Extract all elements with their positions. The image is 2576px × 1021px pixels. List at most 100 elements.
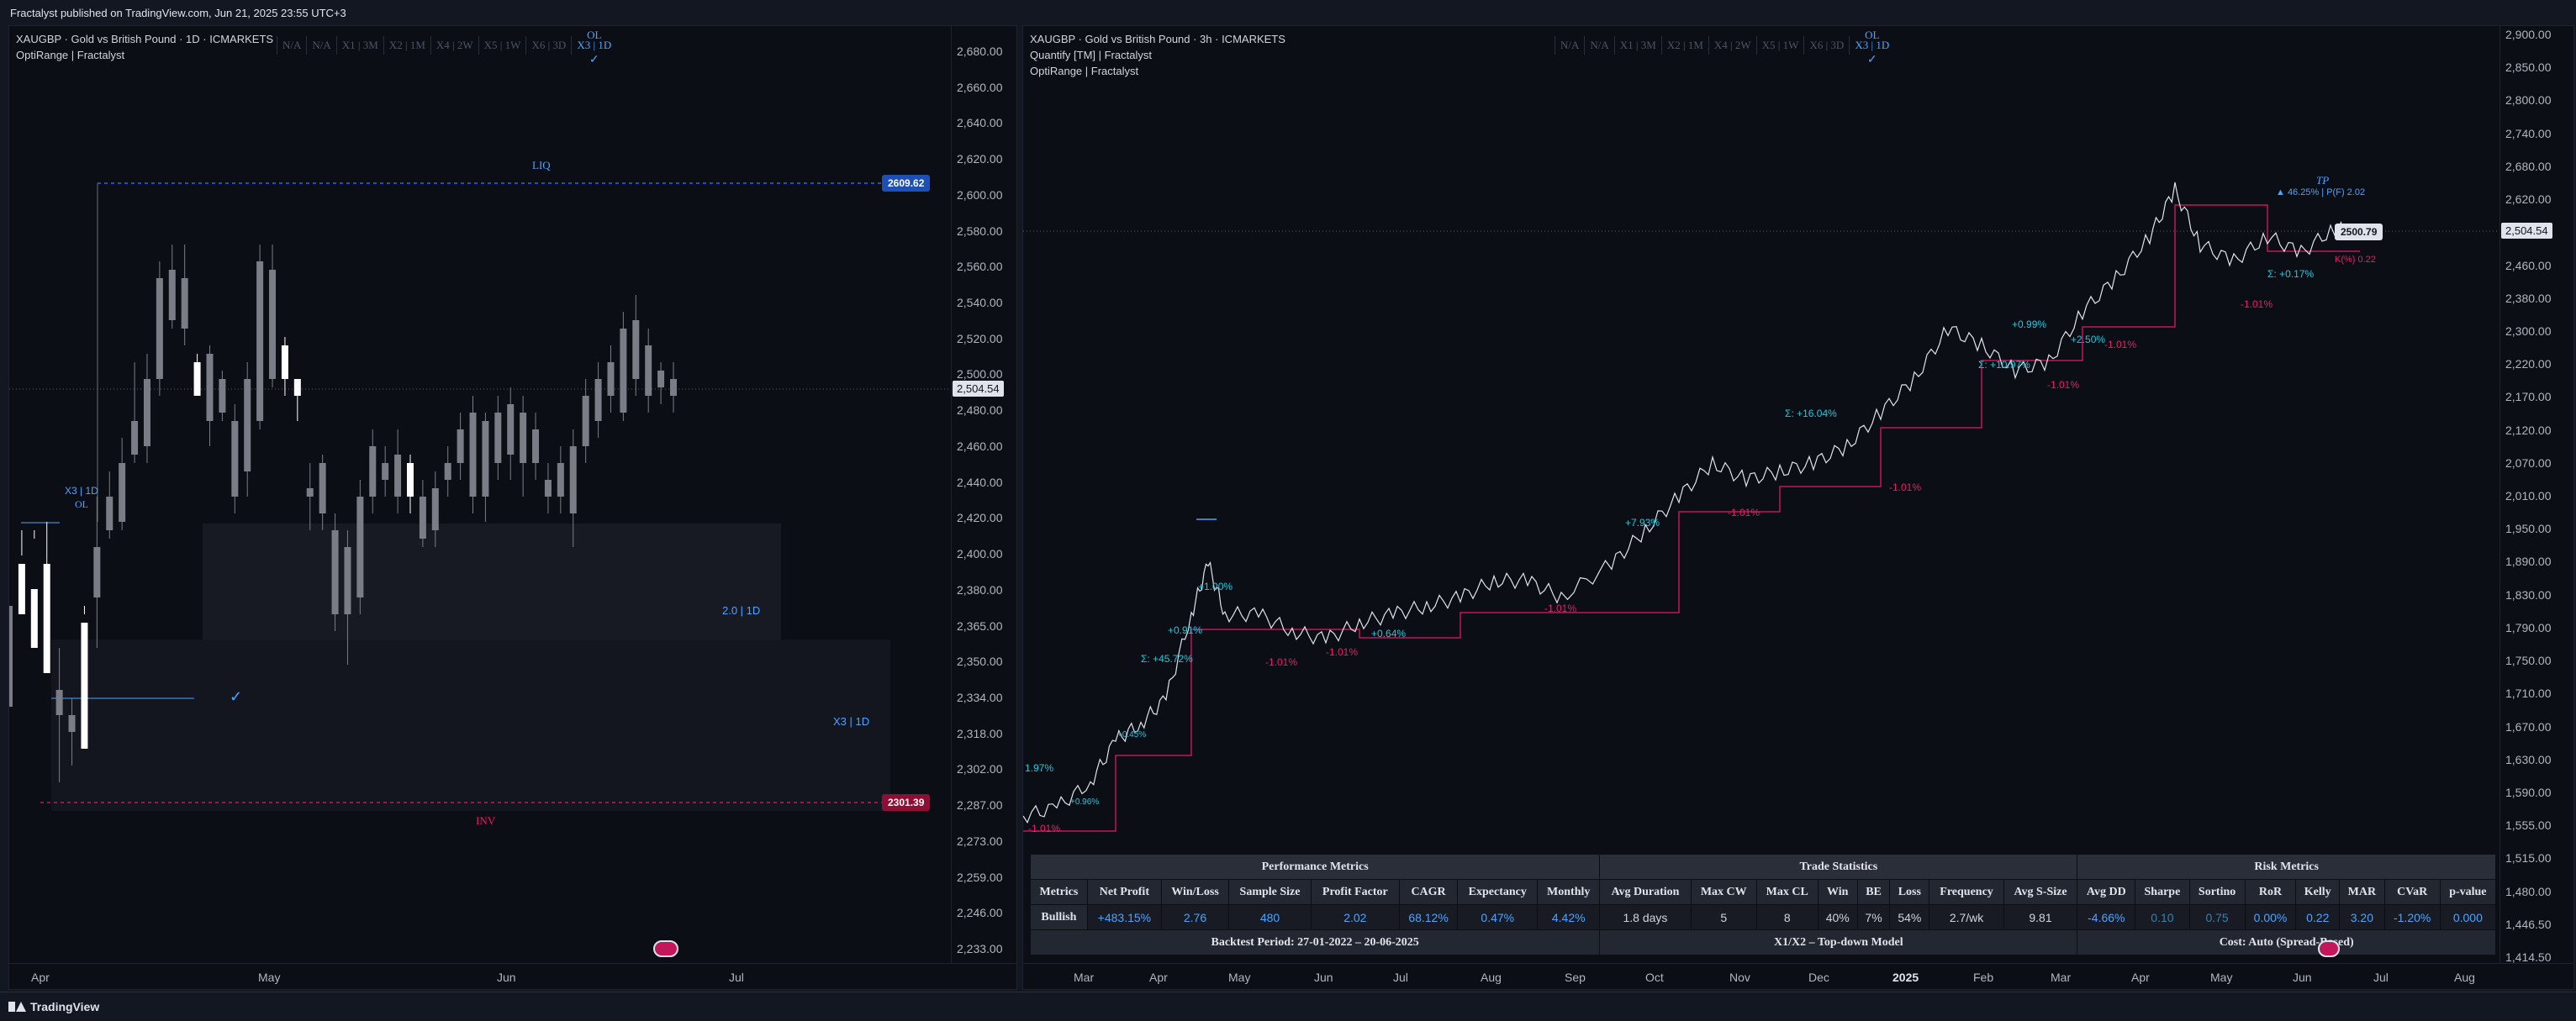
y-tick: 2,365.00 [957, 618, 1003, 633]
col-header: Avg Duration [1599, 879, 1692, 905]
record-icon[interactable] [2318, 940, 2340, 957]
publisher-bar: Fractalyst published on TradingView.com,… [0, 0, 2576, 25]
y-tick: 2,620.00 [2505, 192, 2552, 207]
candle [244, 379, 251, 471]
left-current-price-tag: 2,504.54 [953, 381, 1004, 397]
tab-x5-1w[interactable]: X5 | 1W [478, 36, 526, 55]
tab-x4-2w[interactable]: X4 | 2W [430, 36, 478, 55]
col-header: Sample Size [1228, 879, 1312, 905]
col-header: Avg DD [2077, 879, 2136, 905]
right-line-chart[interactable] [1023, 26, 2499, 963]
tab-ol-marker: OL [587, 29, 602, 41]
record-icon[interactable] [653, 940, 678, 957]
x-tick: Nov [1729, 971, 1750, 984]
y-tick: 2,318.00 [957, 726, 1003, 740]
y-tick: 1,515.00 [2505, 851, 2552, 866]
y-tick: 2,520.00 [957, 331, 1003, 345]
x-tick: Aug [1481, 971, 1502, 984]
tab-na-1[interactable]: N/A [277, 36, 306, 55]
col-header: Metrics [1030, 879, 1088, 905]
col-header: MAR [2339, 879, 2385, 905]
check-icon: ✓ [230, 688, 243, 705]
cell-kelly: 0.22 [2295, 904, 2341, 930]
tab-x2-1m[interactable]: X2 | 1M [1660, 36, 1708, 55]
candle [582, 396, 589, 446]
x-tick: Jun [1314, 971, 1333, 984]
trade-label-blue: Σ: +16.04% [1785, 408, 1837, 419]
candle [231, 421, 239, 497]
y-tick: 2,900.00 [2505, 28, 2552, 41]
candle [119, 463, 126, 522]
trade-label-pink: -1.01% [1326, 646, 1359, 658]
candle [444, 463, 451, 480]
candle [81, 623, 88, 749]
candle [369, 446, 377, 497]
col-header: Kelly [2295, 879, 2341, 905]
trade-label-blue: Σ: +45.72% [1141, 653, 1193, 665]
y-tick: 1,750.00 [2505, 654, 2552, 668]
y-tick: 1,890.00 [2505, 555, 2552, 569]
cell-sortino: 0.75 [2188, 904, 2246, 930]
tab-na-2[interactable]: N/A [306, 36, 335, 55]
backtest-period: Backtest Period: 27-01-2022 – 20-06-2025 [1029, 929, 1601, 955]
candle [181, 278, 188, 329]
tab-x6-3d[interactable]: X6 | 3D [1803, 36, 1849, 55]
left-chart-header: XAUGBP · Gold vs British Pound · 1D · IC… [16, 31, 273, 63]
tab-x1-3m[interactable]: X1 | 3M [1613, 36, 1661, 55]
cell-expectancy: 0.47% [1457, 904, 1539, 930]
right-indicator-1[interactable]: Quantify [TM] | Fractalyst [1030, 47, 1285, 63]
y-tick: 2,259.00 [957, 870, 1003, 884]
cell-win: 40% [1817, 904, 1858, 930]
tp-label: TP [2316, 174, 2330, 187]
cell-avg-s-size: 9.81 [2003, 904, 2078, 930]
trade-label-blue: +0.99% [2012, 318, 2047, 330]
left-timeframe-tabs: N/A N/A X1 | 3M X2 | 1M X4 | 2W X5 | 1W … [277, 29, 616, 66]
tradingview-logo[interactable]: TradingView [8, 1000, 99, 1013]
cell-be: 7% [1856, 904, 1891, 930]
candle [532, 429, 540, 463]
y-tick: 2,380.00 [2505, 291, 2552, 305]
tab-x4-2w[interactable]: X4 | 2W [1708, 36, 1756, 55]
candle [30, 589, 38, 648]
trade-label-pink: -1.01% [1265, 656, 1298, 668]
left-chart-panel[interactable]: XAUGBP · Gold vs British Pound · 1D · IC… [8, 25, 1017, 990]
candle [319, 463, 326, 513]
section-trade-stats: Trade Statistics [1599, 854, 2078, 880]
tab-na-1[interactable]: N/A [1555, 36, 1584, 55]
candle [281, 345, 288, 379]
liq-label: LIQ [532, 159, 551, 171]
y-tick: 2,010.00 [2505, 489, 2552, 503]
candle [569, 446, 577, 513]
left-price-axis[interactable]: 2,680.00 2,660.00 2,640.00 2,620.00 2,600.00… [951, 26, 1016, 963]
cell-sharpe: 0.10 [2135, 904, 2190, 930]
tab-x6-3d[interactable]: X6 | 3D [525, 36, 571, 55]
left-time-axis[interactable]: Apr May Jun Jul [9, 963, 1016, 989]
tab-x1-3m[interactable]: X1 | 3M [335, 36, 383, 55]
cell-net-profit: +483.15% [1086, 904, 1162, 930]
candle [645, 345, 652, 396]
tab-na-2[interactable]: N/A [1584, 36, 1613, 55]
right-chart-panel[interactable]: XAUGBP · Gold vs British Pound · 3h · IC… [1022, 25, 2574, 990]
right-symbol-title[interactable]: XAUGBP · Gold vs British Pound · 3h · IC… [1030, 31, 1285, 47]
y-tick: 1,670.00 [2505, 719, 2552, 734]
tradingview-logo-icon [8, 1002, 26, 1012]
tab-ol-marker: OL [1865, 29, 1880, 41]
right-chart-header: XAUGBP · Gold vs British Pound · 3h · IC… [1030, 31, 1285, 79]
trade-label-blue: Σ: +0.17% [2267, 268, 2315, 280]
left-symbol-title[interactable]: XAUGBP · Gold vs British Pound · 1D · IC… [16, 31, 273, 47]
trade-label-blue: 1.97% [1025, 762, 1054, 774]
x-tick: Feb [1973, 971, 1994, 984]
y-tick: 2,640.00 [957, 116, 1003, 130]
tab-x2-1m[interactable]: X2 | 1M [383, 36, 430, 55]
tab-x3-1d[interactable]: OL X3 | 1D ✓ [1849, 29, 1894, 66]
tab-x5-1w[interactable]: X5 | 1W [1755, 36, 1804, 55]
right-price-axis[interactable]: 2,900.00 2,850.00 2,800.00 2,740.00 2,680.00… [2499, 26, 2573, 964]
left-indicator-label[interactable]: OptiRange | Fractalyst [16, 47, 273, 63]
y-tick: 2,600.00 [957, 187, 1003, 202]
y-tick: 2,660.00 [957, 80, 1003, 94]
section-performance: Performance Metrics [1029, 854, 1601, 880]
tab-x3-1d[interactable]: OL X3 | 1D ✓ [571, 29, 616, 66]
right-time-axis[interactable]: Mar Apr May Jun Jul Aug Sep Oct Nov Dec 2025 Feb Mar… [1023, 963, 2573, 989]
candle [632, 320, 640, 379]
right-indicator-2[interactable]: OptiRange | Fractalyst [1030, 63, 1285, 79]
